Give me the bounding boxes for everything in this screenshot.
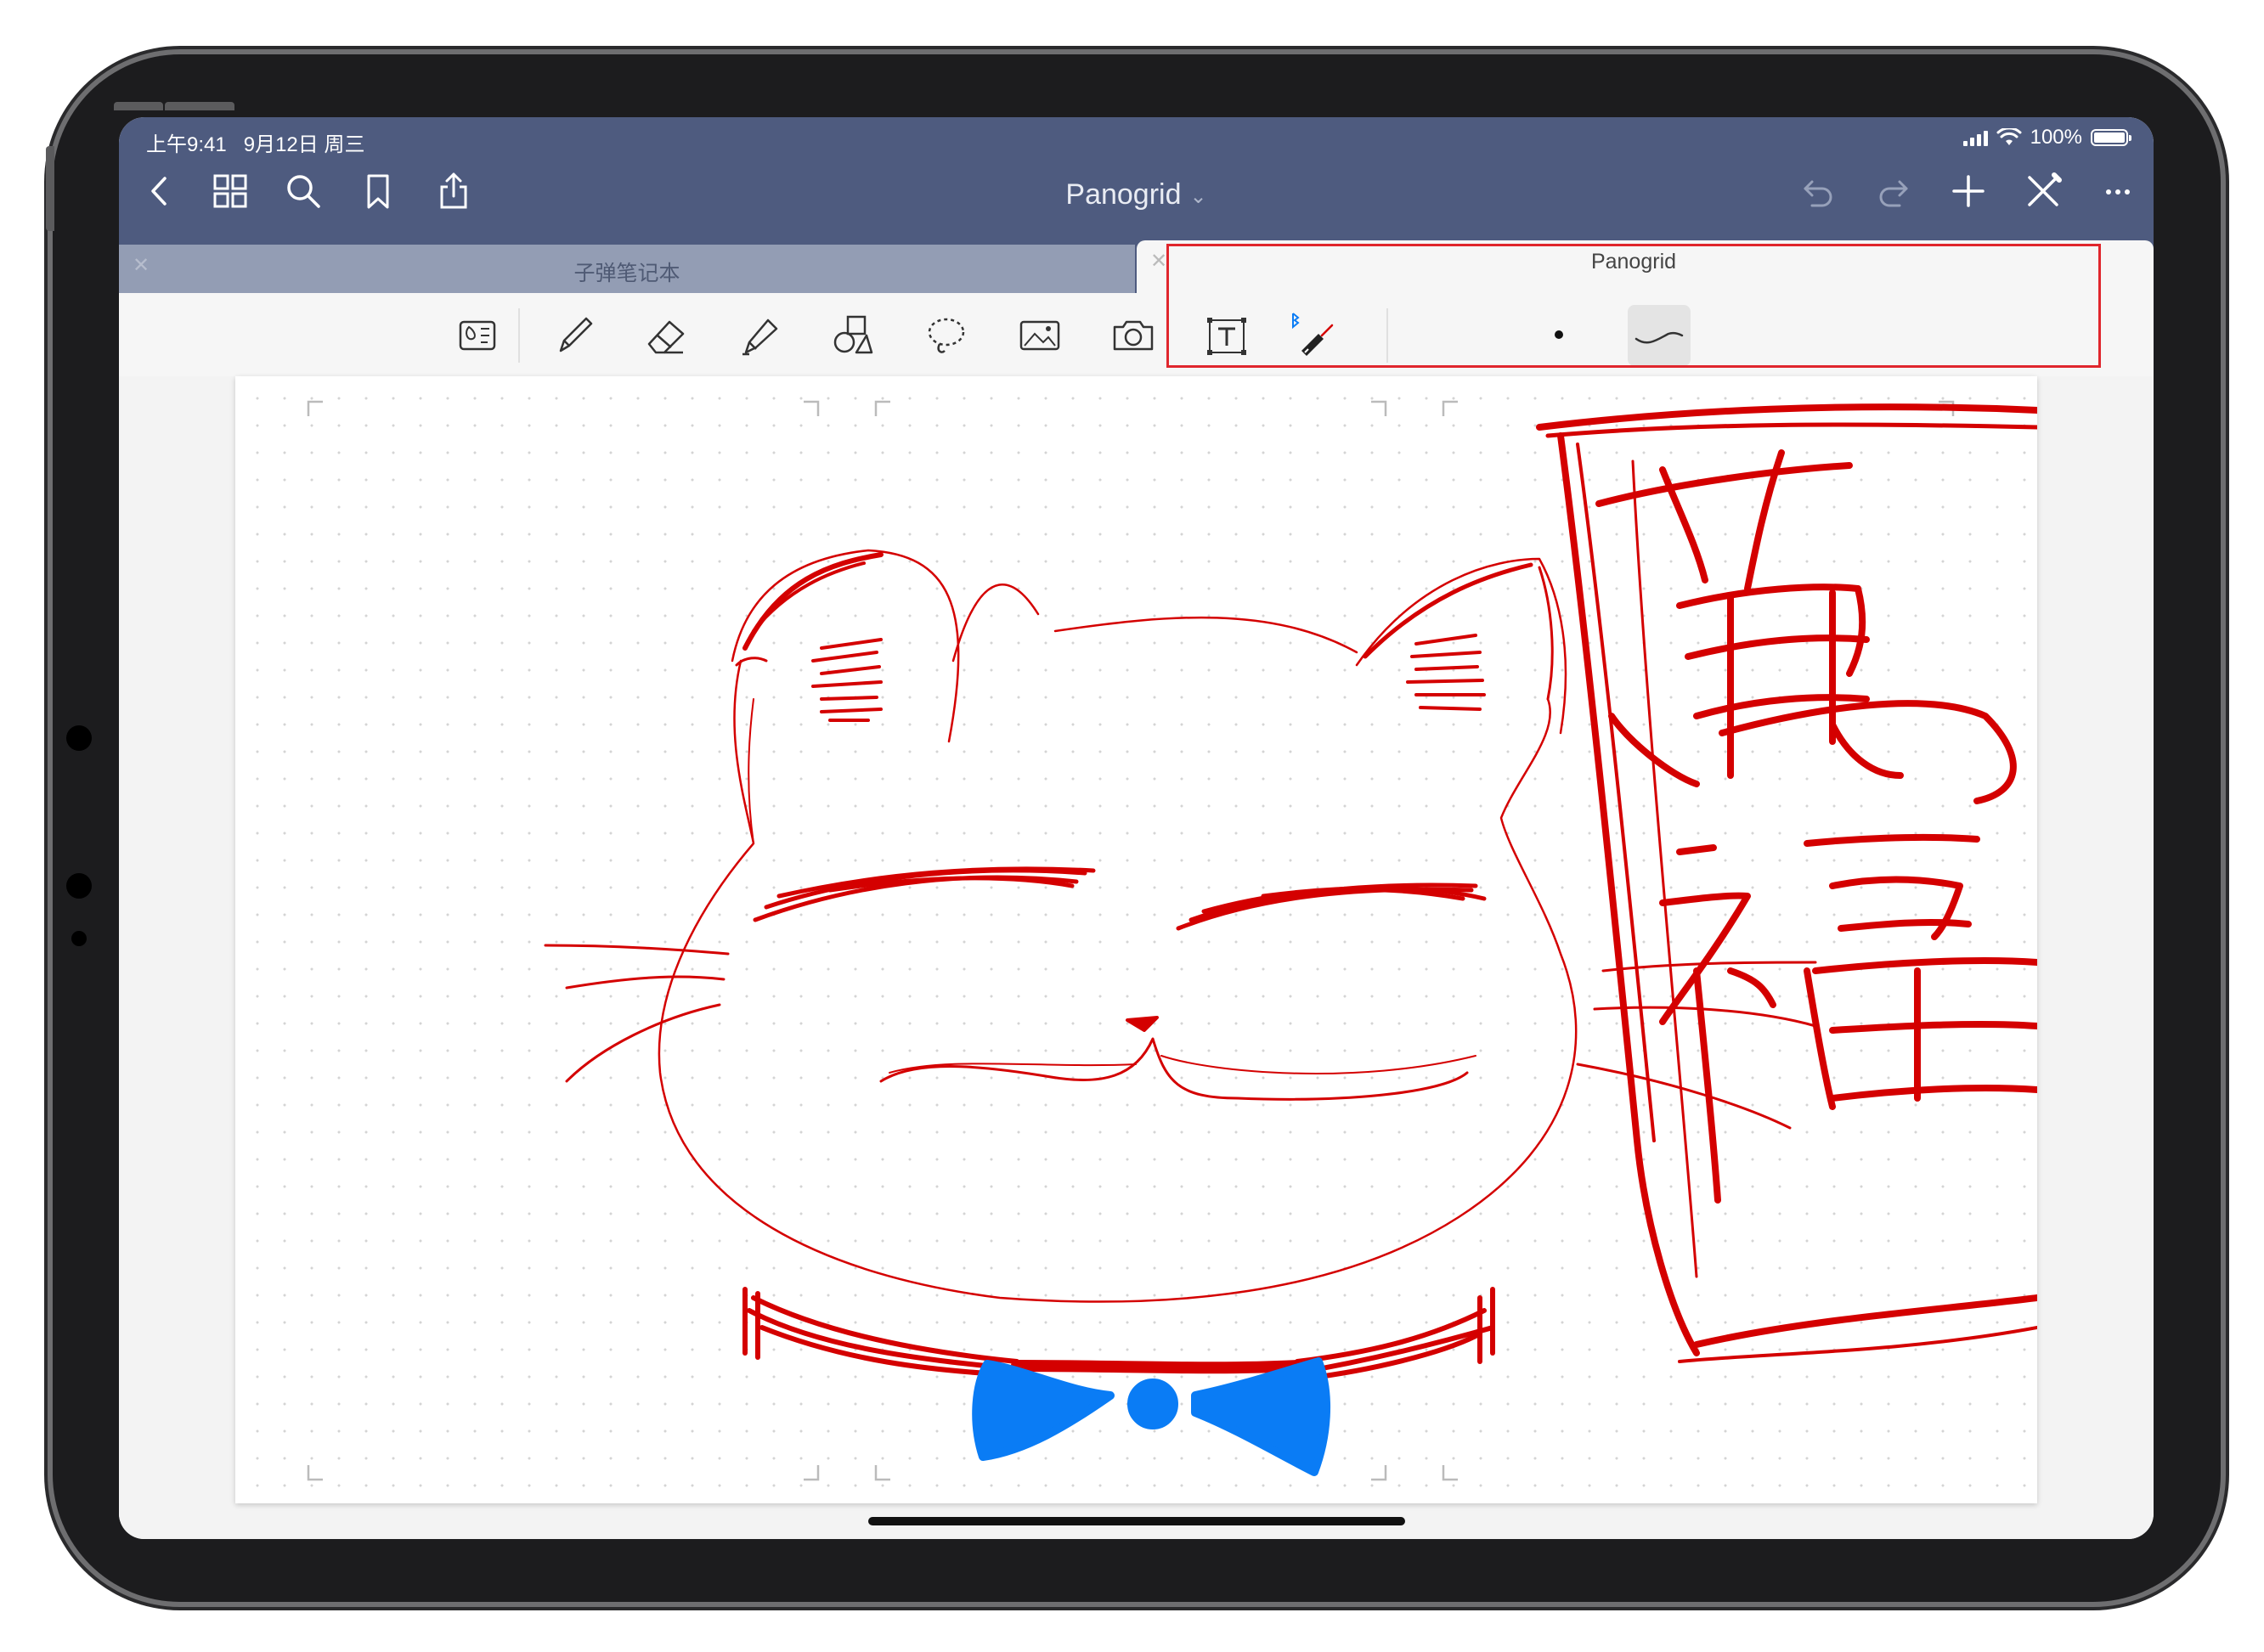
image-icon[interactable] [1014, 310, 1065, 361]
wifi-icon [1996, 128, 2022, 145]
status-time: 上午9:41 [146, 133, 227, 156]
status-indicators: 100% [1962, 126, 2131, 149]
chevron-down-icon: ⌄ [1189, 184, 1207, 208]
camera-icon[interactable] [1108, 310, 1159, 361]
close-pen-icon[interactable] [2022, 170, 2064, 212]
signal-icon [1962, 129, 1988, 146]
note-page[interactable] [235, 376, 2037, 1503]
sensor-dot-2 [71, 931, 87, 946]
home-indicator [868, 1517, 1405, 1525]
shapes-icon[interactable] [827, 310, 878, 361]
active-tab-label: Panogrid [1590, 250, 1677, 273]
tab-close-icon[interactable]: ✕ [1150, 249, 1167, 273]
screen: 上午9:41 9月12日 周三 100% Panogrid ⌄ ✕ 子弹笔记本 … [119, 117, 2154, 1539]
canvas-area [119, 376, 2154, 1539]
more-icon[interactable] [2097, 170, 2139, 212]
redo-icon[interactable] [1872, 170, 1915, 212]
eraser-icon[interactable] [641, 310, 692, 361]
document-title-label: Panogrid [1065, 178, 1182, 211]
highlighter-icon[interactable] [734, 310, 785, 361]
characters-drawing [1536, 403, 2037, 1363]
plus-icon[interactable] [1947, 170, 1990, 212]
volume-button [114, 102, 163, 110]
document-title[interactable]: Panogrid ⌄ [119, 178, 2154, 211]
volume-button-2 [165, 102, 234, 110]
undo-icon[interactable] [1797, 170, 1839, 212]
battery-percent: 100% [2030, 126, 2082, 149]
camera-dot [66, 725, 92, 751]
read-mode-icon[interactable] [452, 310, 503, 361]
status-date: 9月12日 周三 [243, 133, 365, 156]
pen-icon[interactable] [549, 310, 600, 361]
tab-notebook[interactable]: ✕ 子弹笔记本 [119, 245, 1135, 293]
status-time-date: 上午9:41 9月12日 周三 [146, 127, 364, 157]
bow-tie-drawing [972, 1357, 1331, 1476]
drawing-layer [307, 400, 2037, 1481]
app-header: 上午9:41 9月12日 周三 100% Panogrid ⌄ [119, 117, 2154, 240]
sensor-dot [66, 873, 92, 899]
battery-icon [2091, 129, 2131, 146]
toolbar-divider [518, 308, 520, 363]
grid-corner-marks [307, 400, 1955, 1481]
cat-drawing [544, 549, 1817, 1381]
lasso-icon[interactable] [921, 310, 972, 361]
side-button [46, 146, 54, 231]
tab-notebook-label: 子弹笔记本 [573, 261, 680, 285]
